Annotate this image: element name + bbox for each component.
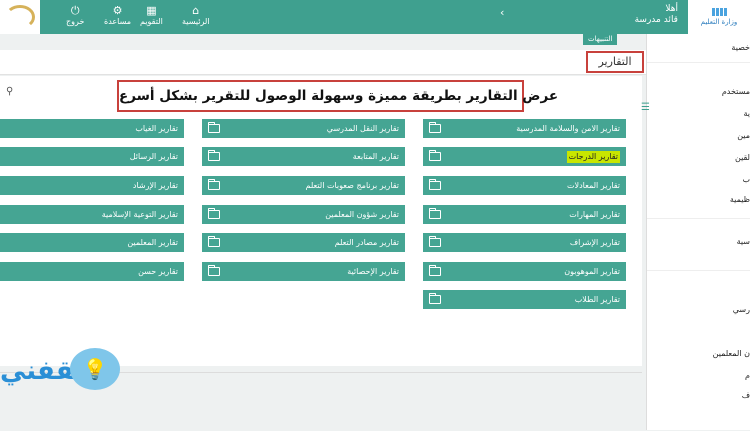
- top-header: ⏻ خروج ⚙ مساعدة ▦ التقويم ⌂ الرئيسية ‹ أ…: [0, 0, 750, 34]
- sidebar-item[interactable]: سية: [647, 232, 750, 252]
- sidebar-item[interactable]: رسي: [647, 300, 750, 320]
- folder-icon: [429, 265, 441, 276]
- sidebar-item[interactable]: ظيمية: [647, 190, 750, 210]
- title-bar: [0, 50, 646, 75]
- folder-icon: [208, 236, 220, 247]
- feature-banner: عرض التقارير بطريقة مميزة وسهولة الوصول …: [117, 80, 558, 112]
- sidebar-item[interactable]: ف: [647, 386, 750, 406]
- help-button[interactable]: ⚙ مساعدة: [104, 4, 131, 27]
- lightbulb-icon: 💡: [70, 348, 120, 390]
- sidebar-item[interactable]: ب: [647, 170, 750, 190]
- report-button[interactable]: تقارير المهارات: [423, 205, 626, 224]
- sidebar-item[interactable]: ية: [647, 104, 750, 124]
- menu-icon[interactable]: ☰: [641, 102, 650, 113]
- folder-icon: [429, 208, 441, 219]
- folder-icon: [429, 179, 441, 190]
- report-button[interactable]: تقارير الإرشاد: [0, 176, 184, 195]
- user-greeting: أهلا قائد مدرسة: [634, 4, 678, 25]
- watermark-logo: ثقفني 💡: [0, 348, 130, 408]
- chevron-left-icon[interactable]: ‹: [500, 6, 504, 19]
- report-button[interactable]: تقارير شؤون المعلمين: [202, 205, 405, 224]
- folder-icon: [208, 122, 220, 133]
- folder-icon: [208, 208, 220, 219]
- home-icon: ⌂: [192, 4, 200, 17]
- folder-icon: [429, 236, 441, 247]
- page-title: التقارير: [586, 51, 644, 73]
- report-button[interactable]: تقارير الدرجات: [423, 147, 626, 166]
- ministry-logo: وزارة التعليم: [688, 0, 750, 34]
- report-button[interactable]: تقارير المعلمين: [0, 233, 184, 252]
- sidebar-item[interactable]: خصية: [647, 38, 750, 58]
- folder-icon: [208, 150, 220, 161]
- report-button[interactable]: تقارير الرسائل: [0, 147, 184, 166]
- search-icon[interactable]: ⚲: [6, 86, 13, 97]
- report-button[interactable]: تقارير مصادر التعلم: [202, 233, 405, 252]
- report-button[interactable]: تقارير برنامج صعوبات التعلم: [202, 176, 405, 195]
- report-button[interactable]: تقارير الطلاب: [423, 290, 626, 309]
- report-button[interactable]: تقارير الموهوبون: [423, 262, 626, 281]
- sidebar-item[interactable]: مستخدم: [647, 82, 750, 102]
- folder-icon: [429, 122, 441, 133]
- report-button[interactable]: تقارير النقل المدرسي: [202, 119, 405, 138]
- folder-icon: [429, 293, 441, 304]
- gear-icon: ⚙: [112, 4, 123, 17]
- report-button[interactable]: تقارير الإحصائية: [202, 262, 405, 281]
- brand-logo: [0, 0, 40, 34]
- sidebar-item[interactable]: لقين: [647, 148, 750, 168]
- sidebar-item[interactable]: م: [647, 366, 750, 386]
- sidebar-item[interactable]: مين: [647, 126, 750, 146]
- folder-icon: [208, 265, 220, 276]
- calendar-button[interactable]: ▦ التقويم: [140, 4, 163, 27]
- sidebar-item[interactable]: ن المعلمين: [647, 344, 750, 364]
- report-button[interactable]: تقارير حسن: [0, 262, 184, 281]
- sidebar: خصية مستخدم ية مين لقين ب ظيمية سية رسي …: [646, 34, 750, 430]
- home-button[interactable]: ⌂ الرئيسية: [182, 4, 210, 27]
- report-button[interactable]: تقارير الغياب: [0, 119, 184, 138]
- report-button[interactable]: تقارير الإشراف: [423, 233, 626, 252]
- notifications-tab[interactable]: التنبيهات: [583, 33, 618, 45]
- report-button[interactable]: تقارير المعادلات: [423, 176, 626, 195]
- report-button[interactable]: تقارير المتابعة: [202, 147, 405, 166]
- calendar-icon: ▦: [146, 4, 157, 17]
- report-button[interactable]: تقارير التوعية الإسلامية: [0, 205, 184, 224]
- power-icon: ⏻: [70, 4, 80, 17]
- folder-icon: [208, 179, 220, 190]
- logout-button[interactable]: ⏻ خروج: [66, 4, 84, 27]
- folder-icon: [429, 150, 441, 161]
- report-button[interactable]: تقارير الامن والسلامة المدرسية: [423, 119, 626, 138]
